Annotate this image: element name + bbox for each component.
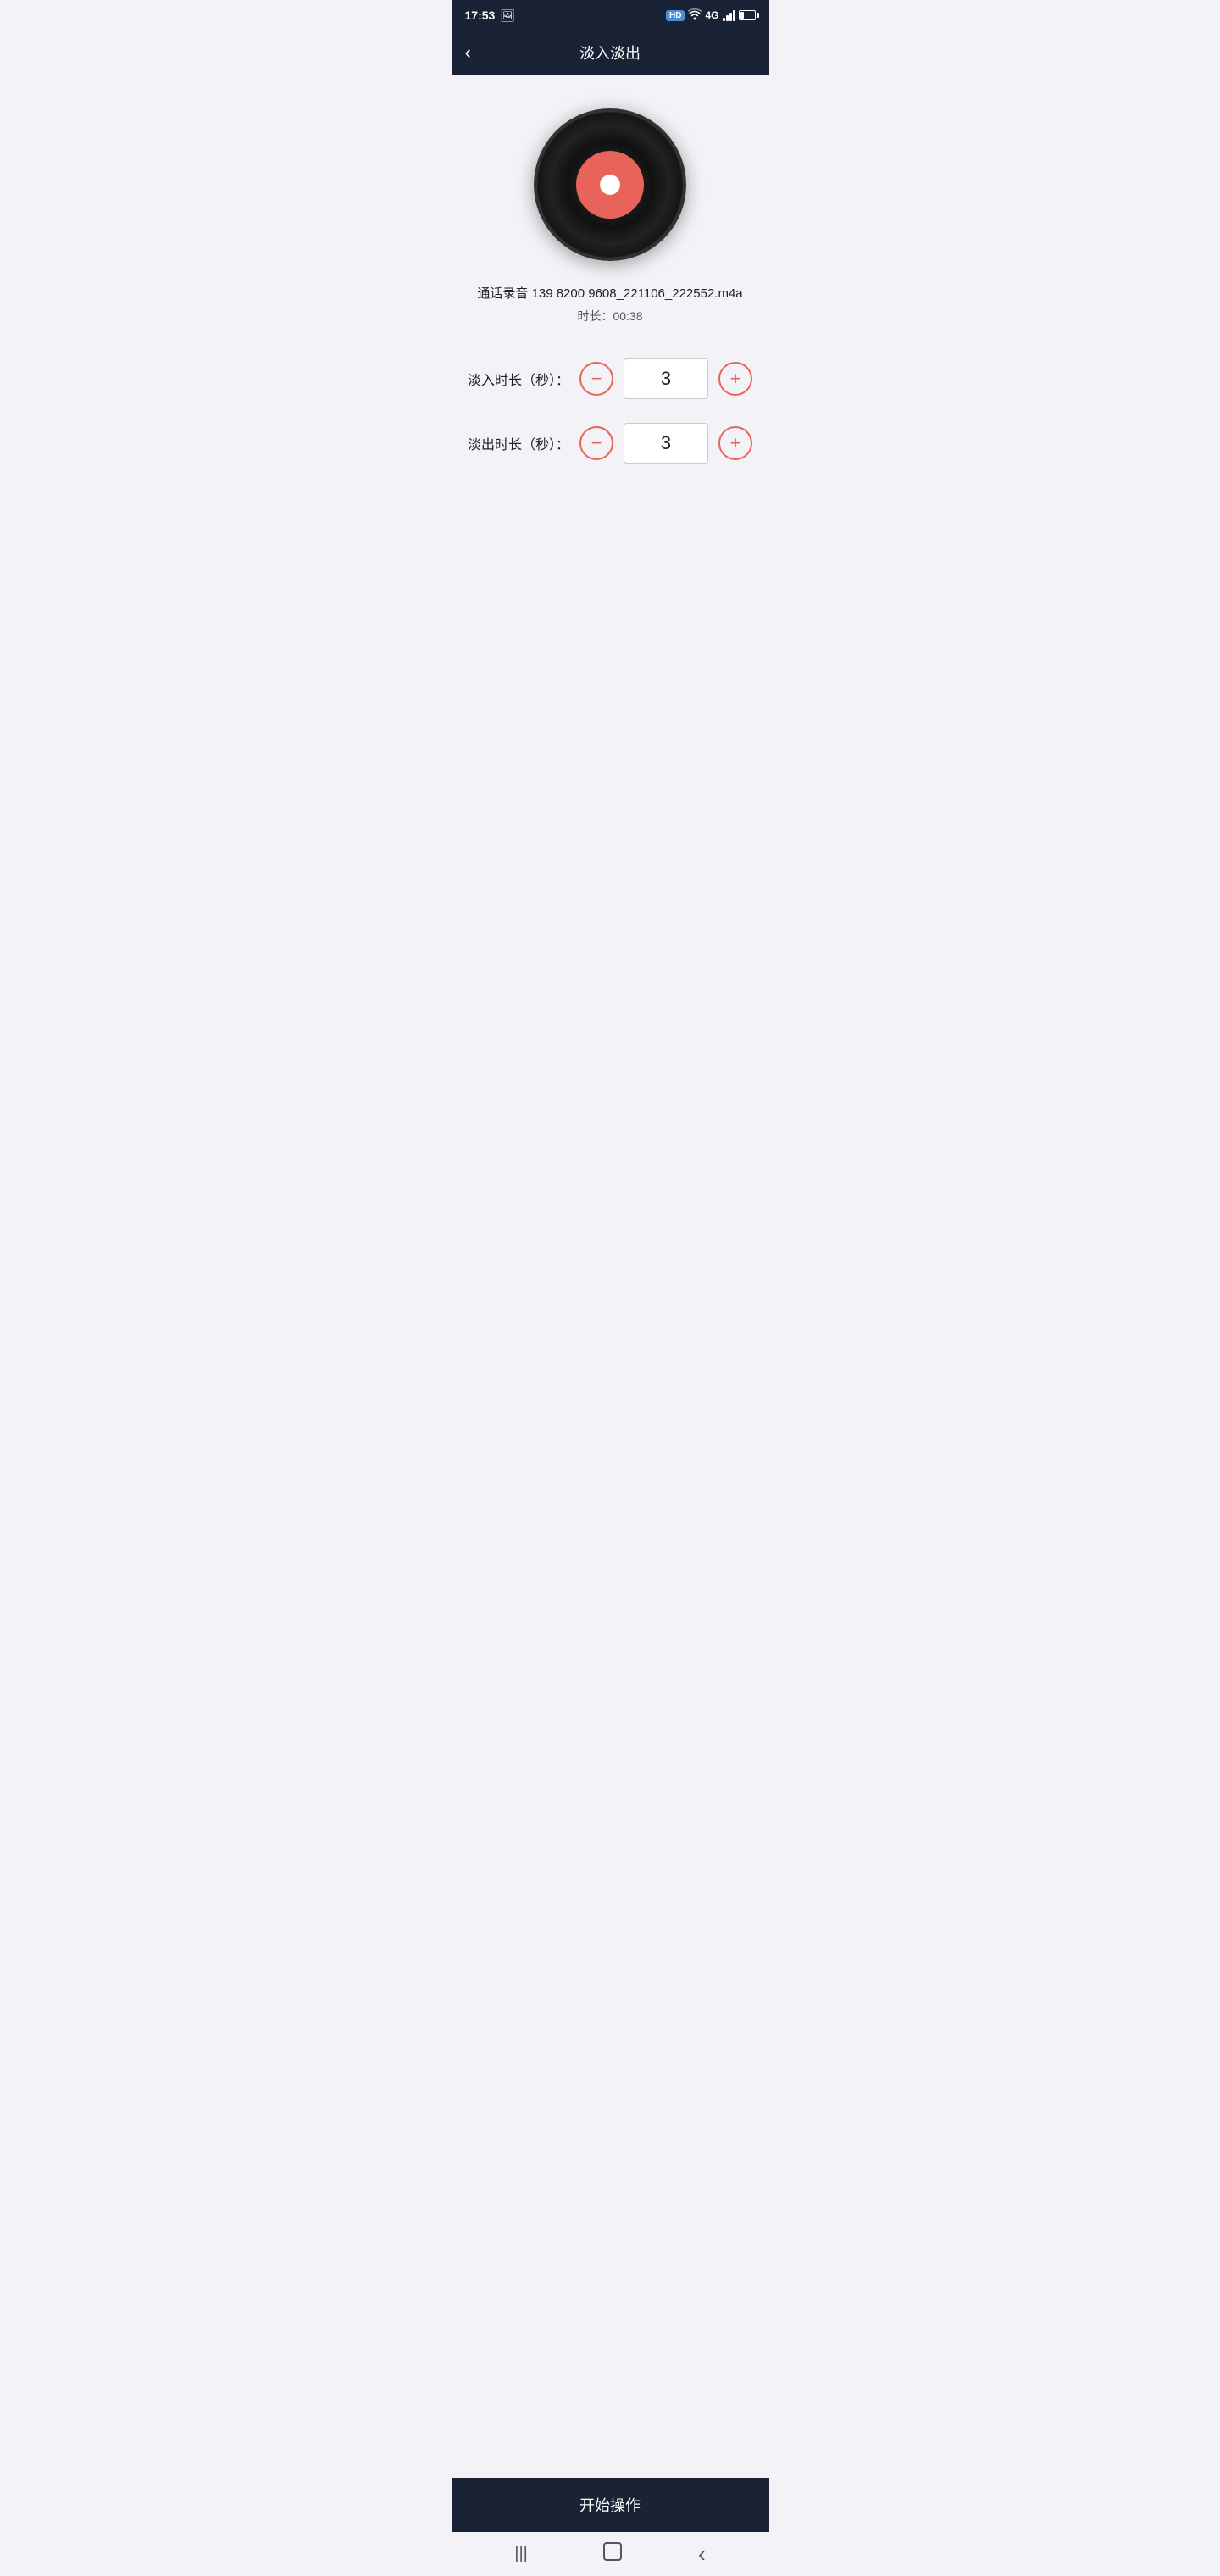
nav-bar: ‹ 淡入淡出 xyxy=(452,31,769,75)
status-bar: 17:53 🖼 HD 4G xyxy=(452,0,769,31)
network-label: 4G xyxy=(705,9,718,21)
menu-nav-button[interactable]: ||| xyxy=(507,2538,535,2571)
vinyl-record xyxy=(534,108,686,261)
photo-icon: 🖼 xyxy=(500,8,515,23)
minus-icon: − xyxy=(591,432,602,454)
file-name: 通话录音 139 8200 9608_221106_222552.m4a xyxy=(477,285,742,303)
minus-icon: − xyxy=(591,368,602,390)
action-button[interactable]: 开始操作 xyxy=(452,2478,769,2532)
fade-out-decrease-button[interactable]: − xyxy=(580,426,613,460)
vinyl-hole xyxy=(603,178,617,192)
back-nav-button[interactable]: ‹ xyxy=(691,2534,713,2574)
system-nav: ||| ‹ xyxy=(452,2532,769,2576)
back-button[interactable]: ‹ xyxy=(458,35,478,70)
status-time: 17:53 xyxy=(465,8,496,22)
fade-out-increase-button[interactable]: + xyxy=(718,426,752,460)
wifi-icon xyxy=(688,8,702,23)
vinyl-label xyxy=(576,151,644,219)
plus-icon: + xyxy=(730,432,741,454)
page-title: 淡入淡出 xyxy=(580,42,640,64)
action-label: 开始操作 xyxy=(580,2494,640,2516)
fade-in-label: 淡入时长（秒）： xyxy=(468,369,569,389)
battery-icon xyxy=(739,10,756,20)
fade-in-increase-button[interactable]: + xyxy=(718,362,752,396)
vinyl-disc xyxy=(534,108,686,261)
fade-out-input[interactable] xyxy=(624,423,708,464)
signal-icon xyxy=(723,9,735,21)
fade-out-label: 淡出时长（秒）： xyxy=(468,433,569,453)
hd-badge: HD xyxy=(666,10,685,21)
fade-in-decrease-button[interactable]: − xyxy=(580,362,613,396)
fade-in-input[interactable] xyxy=(624,358,708,399)
plus-icon: + xyxy=(730,368,741,390)
fade-out-row: 淡出时长（秒）： − + xyxy=(469,423,752,464)
fade-in-row: 淡入时长（秒）： − + xyxy=(469,358,752,399)
file-duration: 时长：00:38 xyxy=(577,308,642,325)
home-icon xyxy=(603,2542,622,2561)
main-content: 通话录音 139 8200 9608_221106_222552.m4a 时长：… xyxy=(452,75,769,2478)
home-nav-button[interactable] xyxy=(596,2535,629,2573)
